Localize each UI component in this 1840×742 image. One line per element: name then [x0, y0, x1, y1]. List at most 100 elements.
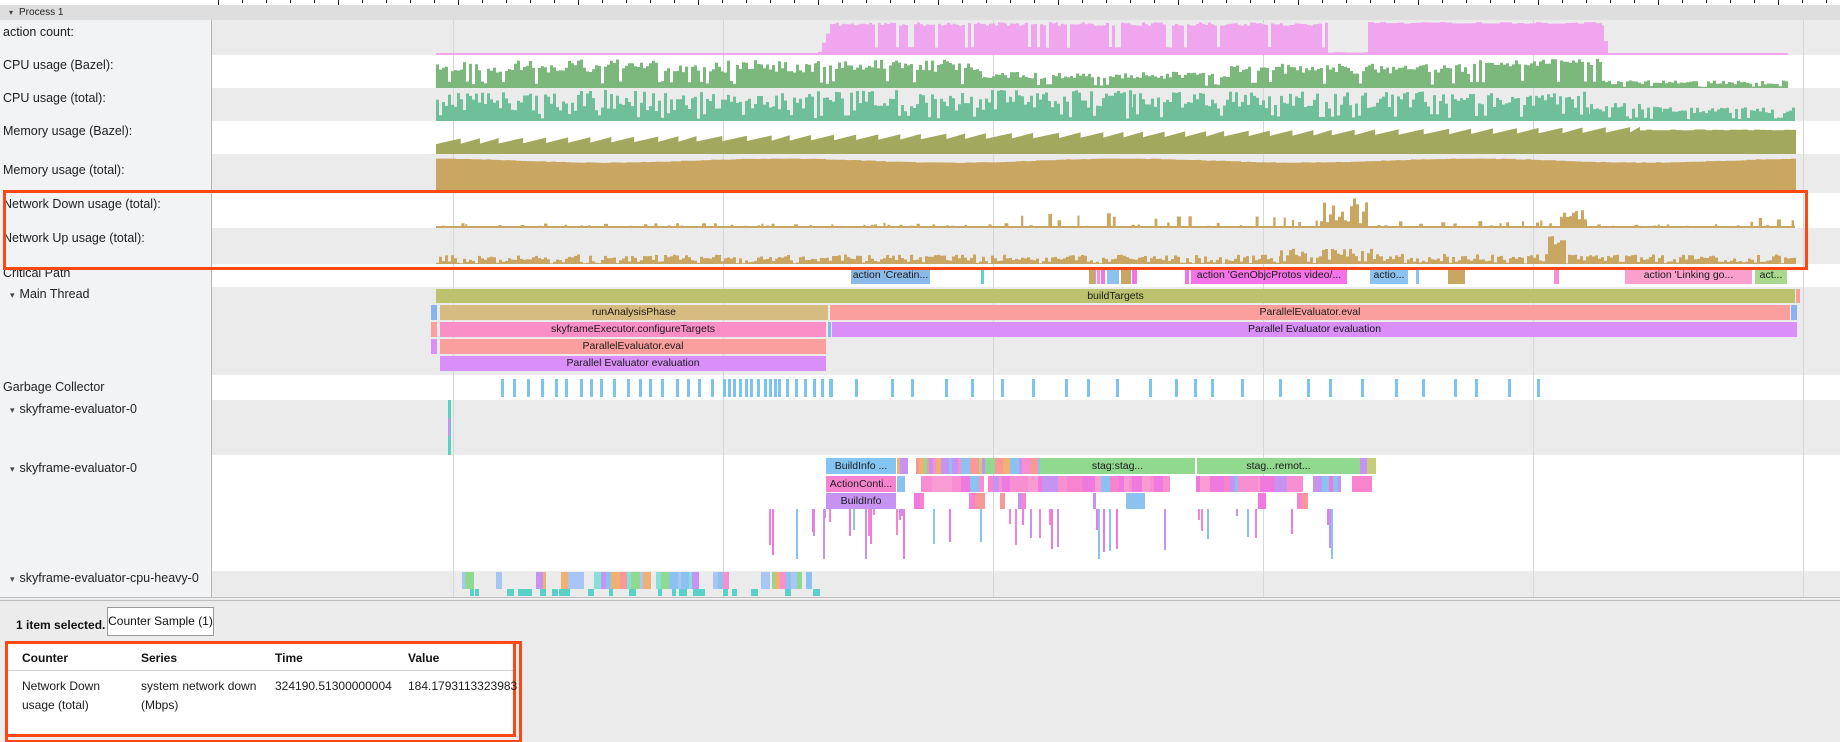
tab-counter-sample[interactable]: Counter Sample (1): [107, 607, 214, 636]
thread-slice-sliver[interactable]: [431, 322, 437, 337]
gc-event[interactable]: [1241, 379, 1244, 397]
gc-event[interactable]: [804, 379, 807, 397]
cell-time[interactable]: 324190.51300000004: [275, 677, 405, 696]
thread-slice-runanalysisphase[interactable]: runAnalysisPhase: [440, 305, 828, 320]
dense-slice[interactable]: [761, 572, 770, 589]
hanging-slice[interactable]: [1015, 509, 1017, 545]
dense-slice[interactable]: [1135, 493, 1145, 509]
dense-slice[interactable]: [1367, 458, 1376, 474]
collapse-arrow-icon[interactable]: ▾: [10, 290, 15, 300]
counter-histogram-action-count[interactable]: [430, 20, 1805, 55]
gc-event[interactable]: [527, 379, 530, 397]
hanging-slice[interactable]: [1331, 509, 1333, 559]
gc-event[interactable]: [1422, 379, 1425, 397]
gc-event[interactable]: [1307, 379, 1310, 397]
hanging-slice[interactable]: [1255, 509, 1257, 538]
dense-slice[interactable]: [1000, 493, 1005, 509]
hanging-slice[interactable]: [1030, 509, 1032, 538]
gc-event[interactable]: [1454, 379, 1457, 397]
gc-event[interactable]: [501, 379, 504, 397]
hanging-slice[interactable]: [1103, 509, 1105, 552]
hanging-slice[interactable]: [853, 509, 855, 530]
critical-slice-sliver[interactable]: [1101, 267, 1105, 284]
collapse-arrow-icon[interactable]: ▾: [10, 464, 15, 474]
gc-event[interactable]: [555, 379, 558, 397]
gc-event[interactable]: [1279, 379, 1282, 397]
hanging-slice[interactable]: [868, 509, 870, 536]
dense-slice[interactable]: [1082, 476, 1091, 492]
dense-slice[interactable]: [1126, 493, 1135, 509]
counter-histogram-network-down-usage-total-[interactable]: [430, 193, 1805, 228]
gc-event[interactable]: [821, 379, 824, 397]
gc-event[interactable]: [639, 379, 642, 397]
col-header-value[interactable]: Value: [408, 651, 439, 665]
dense-slice[interactable]: [465, 572, 474, 589]
dense-slice[interactable]: [1302, 493, 1308, 509]
gc-event[interactable]: [750, 379, 753, 397]
dense-slice[interactable]: [1067, 476, 1075, 492]
hanging-slice[interactable]: [903, 509, 905, 559]
hanging-slice[interactable]: [901, 509, 903, 516]
thread-slice-sliver[interactable]: [1796, 289, 1800, 303]
dense-slice[interactable]: [1294, 476, 1303, 492]
dense-slice[interactable]: [620, 572, 627, 589]
hanging-slice[interactable]: [933, 509, 935, 544]
hanging-slice[interactable]: [1327, 509, 1329, 525]
hanging-slice[interactable]: [1051, 509, 1053, 549]
dense-slice[interactable]: [643, 572, 651, 589]
hanging-slice[interactable]: [873, 509, 875, 515]
gc-event[interactable]: [795, 379, 798, 397]
dense-slice[interactable]: [941, 458, 949, 474]
track-critical-path[interactable]: [212, 264, 1840, 287]
track-label-skyframe-evaluator-cpu-heavy-0[interactable]: ▾skyframe-evaluator-cpu-heavy-0: [10, 571, 199, 585]
hanging-slice[interactable]: [1329, 509, 1331, 548]
thread-slice-sliver[interactable]: [828, 322, 831, 337]
hanging-slice[interactable]: [865, 509, 867, 559]
thread-slice-parallel-evaluator-evaluation[interactable]: Parallel Evaluator evaluation: [440, 356, 826, 371]
hanging-slice[interactable]: [812, 509, 814, 532]
gc-event[interactable]: [745, 379, 748, 397]
dense-slice[interactable]: [1369, 476, 1372, 492]
gc-event[interactable]: [971, 379, 974, 397]
dense-slice[interactable]: [1028, 476, 1038, 492]
gc-event[interactable]: [613, 379, 616, 397]
dense-slice[interactable]: [1362, 476, 1369, 492]
gc-event[interactable]: [649, 379, 652, 397]
critical-slice-sliver[interactable]: [1107, 267, 1119, 284]
hanging-slice[interactable]: [823, 509, 825, 559]
thread-slice-sliver[interactable]: [431, 305, 437, 320]
hanging-slice[interactable]: [1291, 509, 1293, 534]
counter-histogram-memory-usage-total-[interactable]: [430, 154, 1805, 193]
dense-slice[interactable]: [1163, 476, 1170, 492]
hanging-slice[interactable]: [1201, 509, 1203, 531]
skyframe-slice-actionconti-[interactable]: ActionConti...: [826, 476, 896, 492]
critical-slice-sliver[interactable]: [1185, 267, 1189, 284]
counter-histogram-cpu-usage-bazel-[interactable]: [430, 55, 1805, 88]
thread-slice-buildtargets[interactable]: buildTargets: [436, 289, 1795, 303]
gc-event[interactable]: [661, 379, 664, 397]
gc-event[interactable]: [565, 379, 568, 397]
track-skyframe-evaluator-0-a[interactable]: [212, 400, 1840, 455]
critical-slice-sliver[interactable]: [981, 267, 984, 284]
thread-slice-parallelevaluator-eval[interactable]: ParallelEvaluator.eval: [830, 305, 1790, 320]
dense-slice[interactable]: [921, 476, 929, 492]
dense-slice[interactable]: [975, 493, 985, 509]
gc-event[interactable]: [1116, 379, 1119, 397]
gc-event[interactable]: [728, 379, 731, 397]
dense-slice[interactable]: [897, 476, 905, 492]
skyframe-slice-stag-stag-[interactable]: stag:stag...: [1040, 458, 1195, 474]
critical-slice-sliver[interactable]: [1089, 267, 1095, 284]
dense-slice[interactable]: [920, 493, 924, 509]
gc-event[interactable]: [1032, 379, 1035, 397]
hanging-slice[interactable]: [1096, 509, 1098, 530]
track-label-skyframe-evaluator-0[interactable]: ▾skyframe-evaluator-0: [10, 402, 137, 416]
dense-slice[interactable]: [1287, 476, 1294, 492]
dense-slice[interactable]: [631, 572, 640, 589]
track-skyframe-evaluator-cpu-heavy-0[interactable]: [212, 571, 1840, 597]
gc-event[interactable]: [590, 379, 593, 397]
col-header-counter[interactable]: Counter: [22, 651, 68, 665]
gc-event[interactable]: [774, 379, 777, 397]
col-header-time[interactable]: Time: [275, 651, 303, 665]
dense-slice[interactable]: [970, 476, 979, 492]
hanging-slice[interactable]: [949, 509, 951, 542]
